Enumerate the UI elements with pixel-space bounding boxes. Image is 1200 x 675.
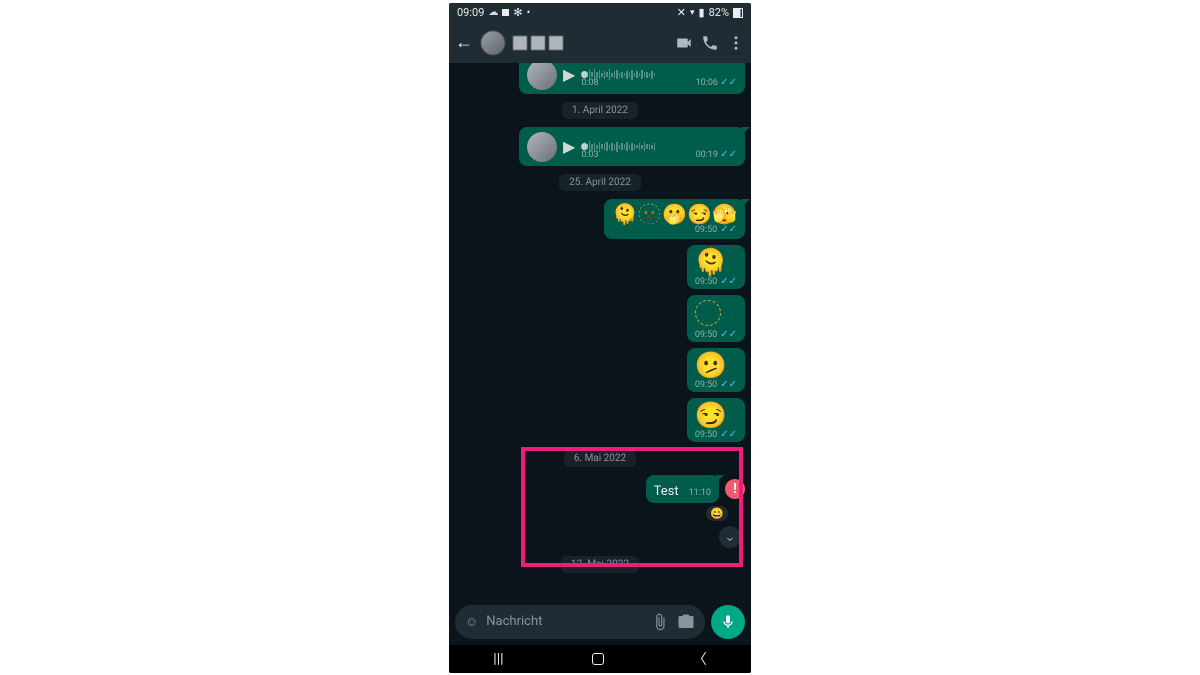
cloud-icon: ☁	[488, 7, 498, 18]
more-icon[interactable]	[727, 34, 745, 52]
msg-text: Test	[654, 484, 679, 499]
contact-avatar[interactable]	[481, 31, 505, 55]
message-reaction[interactable]: 😄	[705, 505, 729, 522]
status-indicator	[502, 9, 509, 16]
msg-time: 09:50	[695, 225, 717, 235]
read-ticks-icon: ✓✓	[720, 77, 737, 88]
wifi-icon: ▾	[690, 8, 695, 18]
input-placeholder: Nachricht	[486, 614, 643, 629]
message-input[interactable]: ☺ Nachricht	[455, 605, 705, 639]
play-icon[interactable]: ▶	[563, 137, 575, 156]
voice-time: 00:19	[696, 150, 718, 160]
read-ticks-icon: ✓✓	[720, 149, 737, 160]
camera-icon[interactable]	[677, 613, 695, 631]
sender-thumb	[527, 63, 557, 90]
recents-button[interactable]: |||	[493, 651, 503, 667]
date-separator: 12. Mai 2022	[561, 556, 639, 573]
status-indicator: ✻	[513, 6, 522, 19]
mic-button[interactable]	[711, 605, 745, 639]
voice-duration: 0:03	[581, 150, 598, 160]
contact-name[interactable]	[513, 36, 667, 50]
android-status-bar: 09:09 ☁ ✻ • ✕ ▾ ▮ 82%	[449, 3, 751, 23]
battery-icon	[733, 8, 743, 18]
sender-thumb	[527, 132, 557, 162]
voice-track[interactable]: 0:03 00:19 ✓✓	[581, 136, 737, 158]
emoji-message[interactable]: 😏 09:50✓✓	[687, 398, 745, 442]
msg-time: 09:50	[695, 330, 717, 340]
send-error-icon[interactable]: !	[725, 479, 745, 499]
emoji-content	[695, 300, 737, 329]
status-time: 09:09	[457, 6, 484, 19]
date-separator: 6. Mai 2022	[564, 450, 636, 467]
voice-message[interactable]: ▶ 0:03 00:19 ✓✓	[519, 127, 745, 166]
date-separator: 25. April 2022	[559, 174, 641, 191]
voice-message[interactable]: ▶ 0:08 10:06 ✓✓	[519, 63, 745, 94]
emoji-picker-icon[interactable]: ☺	[465, 614, 478, 630]
phone-frame: 09:09 ☁ ✻ • ✕ ▾ ▮ 82% ← ▶	[449, 3, 751, 673]
emoji-message[interactable]: 🫤 09:50✓✓	[687, 348, 745, 392]
scroll-to-bottom-button[interactable]: ⌄	[719, 526, 741, 548]
android-nav-bar: ||| 〈	[449, 645, 751, 673]
voice-duration: 0:08	[581, 78, 598, 88]
emoji-message[interactable]: 09:50✓✓	[687, 295, 745, 342]
text-message-failed[interactable]: Test 11:10	[646, 475, 719, 503]
emoji-content: 🫤	[695, 353, 737, 379]
voice-call-icon[interactable]	[701, 34, 719, 52]
signal-icon: ▮	[699, 6, 705, 19]
emoji-content: 😏	[695, 403, 737, 429]
emoji-message[interactable]: 🫠 09:50✓✓	[687, 245, 745, 289]
msg-time: 09:50	[695, 277, 717, 287]
msg-time: 09:50	[695, 380, 717, 390]
play-icon[interactable]: ▶	[563, 65, 575, 84]
video-call-icon[interactable]	[675, 34, 693, 52]
emoji-message[interactable]: 🫠🫥🫢😏🫣 09:50✓✓	[604, 199, 745, 239]
attach-icon[interactable]	[651, 613, 669, 631]
chat-scroll[interactable]: ▶ 0:08 10:06 ✓✓ 1. April 2022 ▶	[449, 63, 751, 599]
status-indicator: •	[527, 6, 531, 19]
date-separator: 1. April 2022	[562, 102, 638, 119]
chat-app-bar: ←	[449, 23, 751, 63]
emoji-content: 🫠	[695, 250, 737, 276]
msg-time: 09:50	[695, 430, 717, 440]
back-button[interactable]: 〈	[693, 649, 707, 669]
home-button[interactable]	[592, 653, 604, 665]
emoji-content: 🫠🫥🫢😏🫣	[612, 204, 737, 224]
dotted-face-icon	[695, 300, 721, 326]
back-icon[interactable]: ←	[455, 32, 473, 53]
voice-track[interactable]: 0:08 10:06 ✓✓	[581, 64, 737, 86]
battery-label: 82%	[709, 6, 729, 19]
message-composer: ☺ Nachricht	[449, 599, 751, 645]
msg-time: 11:10	[689, 488, 711, 498]
mute-icon: ✕	[677, 6, 686, 19]
voice-time: 10:06	[696, 78, 718, 88]
